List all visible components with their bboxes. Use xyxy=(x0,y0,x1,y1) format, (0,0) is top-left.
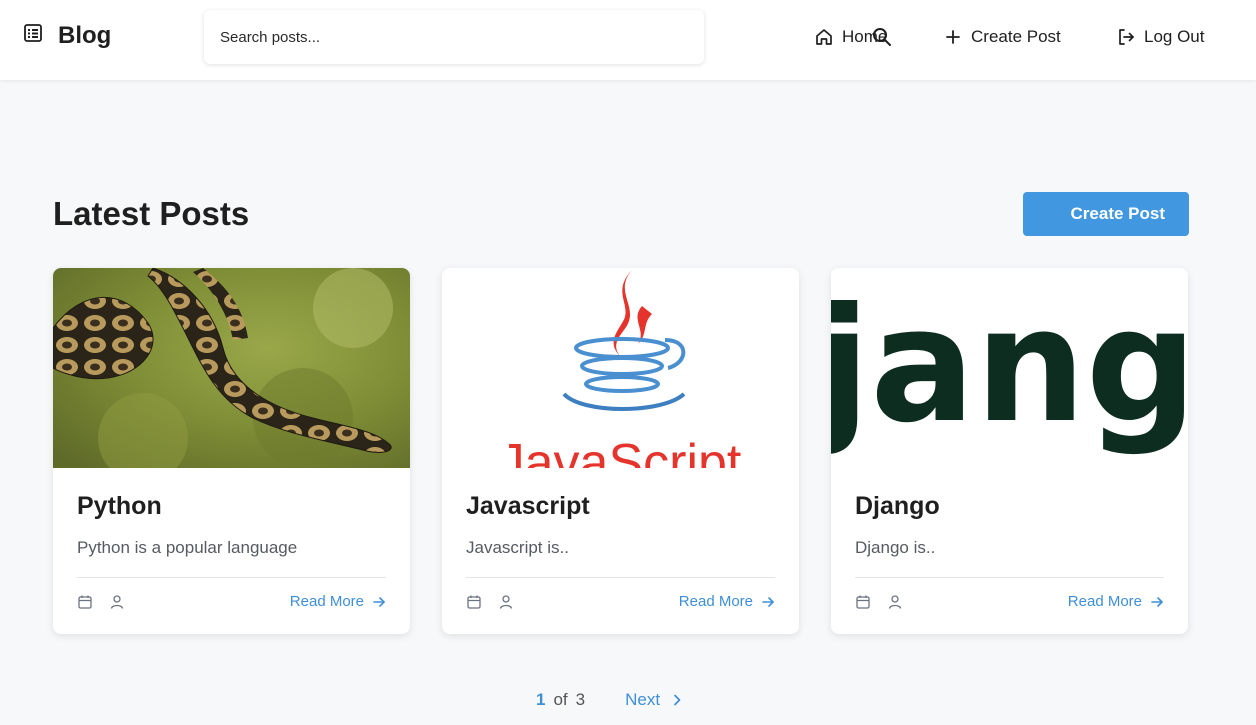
post-title[interactable]: Django xyxy=(855,492,940,521)
post-description: Django is.. xyxy=(855,538,936,557)
read-more-link[interactable]: Read More xyxy=(290,593,386,610)
list-icon xyxy=(24,24,42,42)
arrow-right-icon xyxy=(762,596,774,607)
post-card: jang Django Django is.. Read More xyxy=(831,268,1188,634)
divider xyxy=(466,577,775,578)
nav-home-label: Home xyxy=(842,27,888,46)
nav-create-post-label: Create Post xyxy=(971,27,1061,46)
divider xyxy=(77,577,386,578)
post-description: Python is a popular language xyxy=(77,538,298,557)
arrow-right-icon xyxy=(1151,596,1163,607)
current-page: 1 xyxy=(536,690,546,709)
plus-icon xyxy=(946,30,960,44)
post-card: JavaScript Javascript Javascript is.. Re… xyxy=(442,268,799,634)
search-input[interactable] xyxy=(220,10,650,64)
divider xyxy=(855,577,1164,578)
calendar-icon xyxy=(78,595,92,609)
django-logo-text: jang xyxy=(831,274,1188,458)
post-card: Python Python is a popular language Read… xyxy=(53,268,410,634)
calendar-icon xyxy=(467,595,481,609)
next-label: Next xyxy=(625,690,661,709)
javascript-logo-image: JavaScript xyxy=(442,268,799,468)
nav-logout-label: Log Out xyxy=(1144,27,1205,46)
post-description: Javascript is.. xyxy=(466,538,569,557)
python-snake-image xyxy=(53,268,410,468)
brand-title: Blog xyxy=(58,22,112,49)
arrow-right-icon xyxy=(373,596,385,607)
read-more-link[interactable]: Read More xyxy=(679,593,775,610)
total-pages: 3 xyxy=(575,690,586,709)
nav-home[interactable]: Home xyxy=(814,26,887,48)
user-icon xyxy=(499,595,513,609)
nav-logout[interactable]: Log Out xyxy=(1116,26,1205,48)
read-more-label: Read More xyxy=(289,593,364,610)
javascript-logo-text: JavaScript xyxy=(499,434,742,468)
django-logo-image: jang xyxy=(831,268,1188,468)
brand[interactable]: Blog xyxy=(24,22,111,50)
next-page-link[interactable]: Next xyxy=(625,690,684,710)
read-more-label: Read More xyxy=(1067,593,1142,610)
top-navbar: Blog Home Create Post Log Out xyxy=(0,0,1256,80)
user-icon xyxy=(888,595,902,609)
read-more-link[interactable]: Read More xyxy=(1068,593,1164,610)
chevron-right-icon xyxy=(674,694,681,706)
page-of-label: of xyxy=(553,690,568,709)
create-post-button[interactable]: Create Post xyxy=(1023,192,1189,236)
post-title[interactable]: Python xyxy=(77,492,162,521)
post-title[interactable]: Javascript xyxy=(466,492,590,521)
calendar-icon xyxy=(856,595,870,609)
nav-create-post[interactable]: Create Post xyxy=(943,26,1061,48)
home-icon xyxy=(816,29,832,45)
user-icon xyxy=(110,595,124,609)
read-more-label: Read More xyxy=(678,593,753,610)
page-title: Latest Posts xyxy=(53,195,250,232)
logout-icon xyxy=(1119,29,1134,45)
search-box xyxy=(204,10,891,64)
pagination: 1 of 3 Next xyxy=(536,690,684,710)
